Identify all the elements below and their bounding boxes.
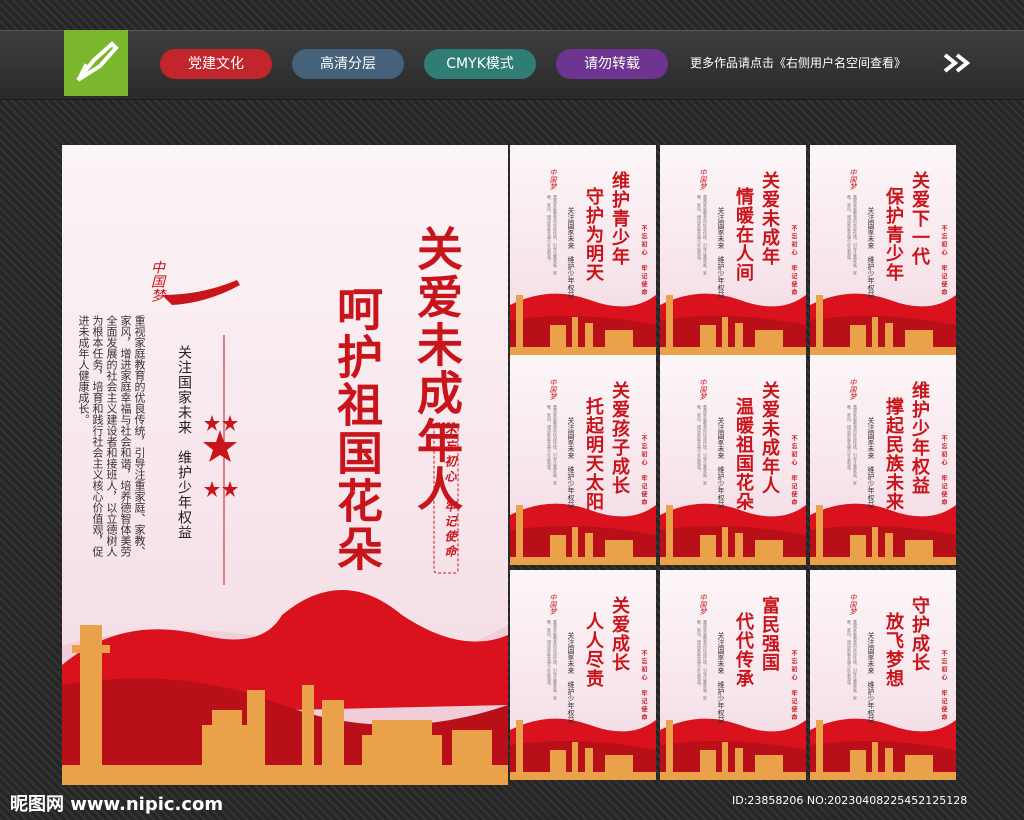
- poster-headline-2: 托起明天太阳: [583, 397, 604, 511]
- poster-motto: 不忘初心 牢记使命: [790, 435, 797, 507]
- main-poster: 关爱未成年人 呵护祖国花朵 中国梦 关注国家未来 维护少年权益 重视家庭教育的优…: [62, 145, 508, 785]
- poster-subtitle: 关注国家未来 维护少年权益: [867, 632, 875, 723]
- china-dream-brand: 中国梦: [699, 594, 707, 615]
- poster-scenery: [510, 293, 656, 355]
- poster-headline-2: 情暖在人间: [733, 187, 754, 282]
- poster-subtitle: 关注国家未来 维护少年权益: [867, 417, 875, 508]
- tag-no-repost[interactable]: 请勿转载: [556, 49, 668, 79]
- poster-body-text: 重视家庭教育的优良传统，引导注重家庭、家教、家风，增进家庭幸福与社会和谐。: [547, 195, 558, 275]
- poster-headline-2: 保护青少年: [883, 187, 904, 282]
- poster-motto: 不忘初心 牢记使命: [790, 650, 797, 722]
- poster-scenery: [810, 718, 956, 780]
- poster-headline-1: 维护青少年: [609, 171, 630, 266]
- poster-headline-2: 撑起民族未来: [883, 397, 904, 511]
- image-id: ID:23858206 NO:20230408225452125128: [732, 794, 968, 807]
- small-poster: 维护少年权益 撑起民族未来 中国梦关注国家未来 维护少年权益 重视家庭教育的优良传统，…: [810, 355, 956, 565]
- poster-motto: 不忘初心 牢记使命: [790, 225, 797, 297]
- small-poster: 关爱成长 人人尽责 中国梦关注国家未来 维护少年权益 重视家庭教育的优良传统，引导注重…: [510, 570, 656, 780]
- poster-headline-2: 放飞梦想: [883, 612, 904, 688]
- poster-scenery: [510, 718, 656, 780]
- poster-body-text: 重视家庭教育的优良传统，引导注重家庭、家教、家风，增进家庭幸福与社会和谐。: [847, 405, 858, 485]
- more-works-link[interactable]: 更多作品请点击《右侧用户名空间查看》: [690, 54, 906, 71]
- small-poster: 富民强国 代代传承 中国梦关注国家未来 维护少年权益 重视家庭教育的优良传统，引导注重…: [660, 570, 806, 780]
- small-poster: 关爱孩子成长 托起明天太阳 中国梦关注国家未来 维护少年权益 重视家庭教育的优良传统，…: [510, 355, 656, 565]
- small-poster: 守护成长 放飞梦想 中国梦关注国家未来 维护少年权益 重视家庭教育的优良传统，引导注重…: [810, 570, 956, 780]
- small-poster: 关爱未成年人 温暖祖国花朵 中国梦关注国家未来 维护少年权益 重视家庭教育的优良传统，…: [660, 355, 806, 565]
- china-dream-brand: 中国梦: [549, 594, 557, 615]
- poster-body-text: 重视家庭教育的优良传统，引导注重家庭、家教、家风，增进家庭幸福与社会和谐。: [847, 195, 858, 275]
- pen-nib-icon: [76, 41, 119, 82]
- poster-headline-1: 关爱孩子成长: [609, 381, 630, 495]
- poster-subtitle: 关注国家未来 维护少年权益: [717, 207, 725, 298]
- poster-headline-1: 富民强国: [759, 596, 780, 672]
- china-dream-brand: 中国梦: [849, 169, 857, 190]
- main-title-line1: 关爱未成年人: [410, 225, 464, 513]
- poster-body-text: 重视家庭教育的优良传统，引导注重家庭、家教、家风，增进家庭幸福与社会和谐。: [847, 620, 858, 700]
- poster-headline-2: 人人尽责: [583, 612, 604, 688]
- poster-subtitle: 关注国家未来 维护少年权益: [567, 632, 575, 723]
- poster-body-text: 重视家庭教育的优良传统，引导注重家庭、家教、家风，增进家庭幸福与社会和谐。: [547, 620, 558, 700]
- small-poster: 关爱未成年 情暖在人间 中国梦关注国家未来 维护少年权益 重视家庭教育的优良传统，引导…: [660, 145, 806, 355]
- poster-headline-1: 关爱未成年人: [759, 381, 780, 495]
- poster-subtitle: 关注国家未来 维护少年权益: [567, 207, 575, 298]
- poster-headline-2: 代代传承: [733, 612, 754, 688]
- china-dream-brand: 中国梦: [149, 260, 165, 302]
- poster-headline-1: 守护成长: [909, 596, 930, 672]
- tag-hd-layers[interactable]: 高清分层: [292, 49, 404, 79]
- poster-scenery: [660, 718, 806, 780]
- poster-scenery: [660, 293, 806, 355]
- poster-body-text: 重视家庭教育的优良传统，引导注重家庭、家教、家风，增进家庭幸福与社会和谐。: [547, 405, 558, 485]
- poster-headline-1: 关爱成长: [609, 596, 630, 672]
- main-motto: 不忘初心 牢记使命: [443, 425, 457, 560]
- site-watermark: 昵图网 www.nipic.com: [10, 794, 224, 815]
- poster-headline-1: 关爱未成年: [759, 171, 780, 266]
- poster-body-text: 重视家庭教育的优良传统，引导注重家庭、家教、家风，增进家庭幸福与社会和谐。: [697, 195, 708, 275]
- poster-subtitle: 关注国家未来 维护少年权益: [867, 207, 875, 298]
- china-dream-brand: 中国梦: [849, 379, 857, 400]
- poster-headline-1: 维护少年权益: [909, 381, 930, 495]
- tag-cmyk[interactable]: CMYK模式: [424, 49, 536, 79]
- poster-headline-2: 温暖祖国花朵: [733, 397, 754, 511]
- china-dream-brand: 中国梦: [549, 169, 557, 190]
- poster-headline-1: 关爱下一代: [909, 171, 930, 266]
- china-dream-brand: 中国梦: [699, 379, 707, 400]
- poster-motto: 不忘初心 牢记使命: [640, 650, 647, 722]
- main-subtitle: 关注国家未来 维护少年权益: [176, 345, 192, 540]
- china-dream-brand: 中国梦: [849, 594, 857, 615]
- poster-subtitle: 关注国家未来 维护少年权益: [717, 632, 725, 723]
- poster-subtitle: 关注国家未来 维护少年权益: [567, 417, 575, 508]
- double-chevron-right-icon[interactable]: [943, 53, 971, 73]
- small-poster: 维护青少年 守护为明天 中国梦关注国家未来 维护少年权益 重视家庭教育的优良传统，引导…: [510, 145, 656, 355]
- poster-body-text: 重视家庭教育的优良传统，引导注重家庭、家教、家风，增进家庭幸福与社会和谐。: [697, 620, 708, 700]
- poster-motto: 不忘初心 牢记使命: [940, 225, 947, 297]
- poster-headline-2: 守护为明天: [583, 187, 604, 282]
- poster-subtitle: 关注国家未来 维护少年权益: [717, 417, 725, 508]
- main-body-text: 重视家庭教育的优良传统，引导注重家庭、家教、家风，增进家庭幸福与社会和谐，培养德…: [77, 315, 146, 557]
- poster-body-text: 重视家庭教育的优良传统，引导注重家庭、家教、家风，增进家庭幸福与社会和谐。: [697, 405, 708, 485]
- china-dream-brand: 中国梦: [549, 379, 557, 400]
- china-dream-brand: 中国梦: [699, 169, 707, 190]
- poster-motto: 不忘初心 牢记使命: [940, 650, 947, 722]
- main-title-line2: 呵护祖国花朵: [330, 285, 384, 573]
- poster-motto: 不忘初心 牢记使命: [640, 225, 647, 297]
- poster-motto: 不忘初心 牢记使命: [640, 435, 647, 507]
- poster-motto: 不忘初心 牢记使命: [940, 435, 947, 507]
- logo: [64, 30, 128, 96]
- tag-party-culture[interactable]: 党建文化: [160, 49, 272, 79]
- small-poster: 关爱下一代 保护青少年 中国梦关注国家未来 维护少年权益 重视家庭教育的优良传统，引导…: [810, 145, 956, 355]
- poster-scenery: [810, 293, 956, 355]
